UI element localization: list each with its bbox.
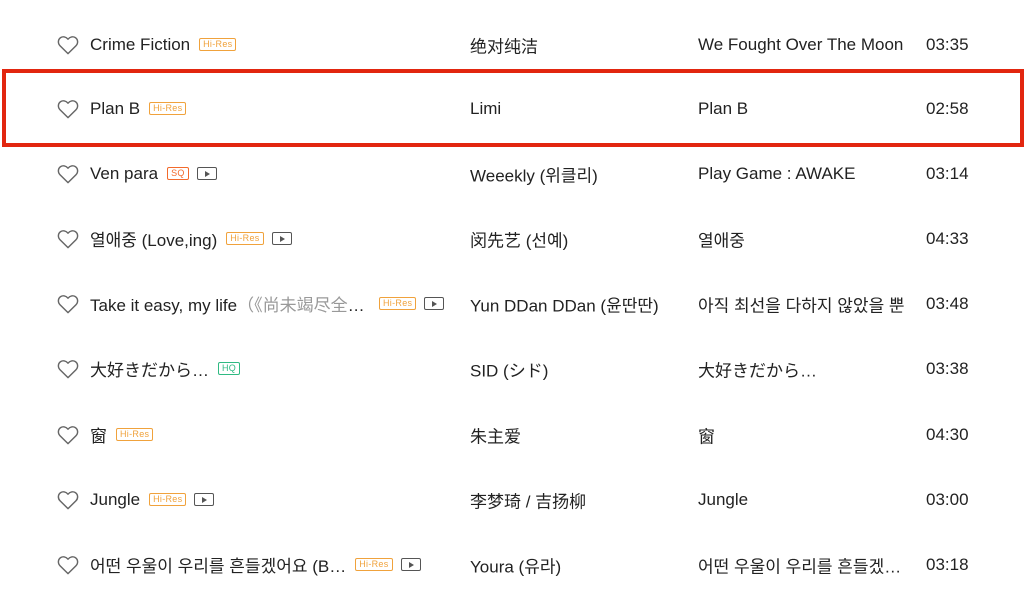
song-row[interactable]: Plan B Hi-Res Limi Plan B 02:58 xyxy=(0,76,1024,141)
song-row[interactable]: 열애중 (Love,ing) Hi-Res 闵先艺 (선예) 열애중 04:33 xyxy=(0,206,1024,271)
song-title[interactable]: 窗 xyxy=(90,422,107,447)
mv-play-icon[interactable] xyxy=(194,493,215,506)
song-title[interactable]: 어떤 우울이 우리를 흔들겠어요 (B… xyxy=(90,552,346,577)
quality-badges: Hi-Res xyxy=(149,102,194,115)
song-album[interactable]: 열애중 xyxy=(698,226,906,251)
song-title-text: Jungle xyxy=(90,489,141,509)
favorite-heart-icon[interactable] xyxy=(57,425,79,445)
song-duration: 03:38 xyxy=(926,358,969,378)
hq-badge: HQ xyxy=(218,362,241,375)
song-title[interactable]: Jungle xyxy=(90,490,140,510)
favorite-heart-icon[interactable] xyxy=(57,229,79,249)
song-title-text: 窗 xyxy=(90,427,107,446)
song-artist[interactable]: SID (シド) xyxy=(470,356,680,381)
favorite-heart-icon[interactable] xyxy=(57,164,79,184)
song-duration: 04:30 xyxy=(926,424,969,444)
song-row[interactable]: Take it easy, my life（《尚未竭尽全力》韩剧插曲） Hi-R… xyxy=(0,271,1024,336)
song-row[interactable]: Ven para SQ Weeekly (위클리) Play Game : AW… xyxy=(0,141,1024,206)
song-artist[interactable]: Limi xyxy=(470,99,680,119)
song-album[interactable]: 窗 xyxy=(698,422,906,447)
song-album[interactable]: 大好きだから… xyxy=(698,356,906,381)
song-subtitle: （《尚未竭尽全力》韩剧插曲） xyxy=(237,296,366,315)
song-title-text: Plan B xyxy=(90,98,141,118)
song-list: Crime Fiction Hi-Res 绝对纯洁 We Fought Over… xyxy=(0,0,1024,588)
quality-badges: Hi-Res xyxy=(226,232,292,245)
song-title[interactable]: Take it easy, my life（《尚未竭尽全力》韩剧插曲） xyxy=(90,291,366,316)
mv-play-icon[interactable] xyxy=(271,232,292,245)
hi-res-badge: Hi-Res xyxy=(149,102,187,115)
favorite-heart-icon[interactable] xyxy=(57,490,79,510)
song-artist[interactable]: 李梦琦 / 吉扬柳 xyxy=(470,487,680,512)
quality-badges: Hi-Res xyxy=(116,428,161,441)
song-title-text: 大好きだから… xyxy=(90,361,209,380)
song-title-cell: Take it easy, my life（《尚未竭尽全力》韩剧插曲） Hi-R… xyxy=(90,292,460,316)
quality-badges: Hi-Res xyxy=(199,38,244,51)
song-duration: 03:48 xyxy=(926,293,969,313)
song-duration: 03:14 xyxy=(926,163,969,183)
song-artist[interactable]: 绝对纯洁 xyxy=(470,32,680,57)
song-title-cell: Jungle Hi-Res xyxy=(90,488,460,512)
song-title-cell: 열애중 (Love,ing) Hi-Res xyxy=(90,227,460,251)
quality-badges: Hi-Res xyxy=(379,297,445,310)
song-title-cell: Plan B Hi-Res xyxy=(90,97,460,121)
song-title-text: 어떤 우울이 우리를 흔들겠어요 (B… xyxy=(90,557,347,576)
song-duration: 03:35 xyxy=(926,34,969,54)
song-title[interactable]: Crime Fiction xyxy=(90,35,190,55)
song-row[interactable]: 窗 Hi-Res 朱主爱 窗 04:30 xyxy=(0,402,1024,467)
mv-play-icon[interactable] xyxy=(196,167,217,180)
song-artist[interactable]: Youra (유라) xyxy=(470,552,680,577)
quality-badges: SQ xyxy=(167,167,217,180)
song-title-cell: 大好きだから… HQ xyxy=(90,357,460,381)
song-title-text: Crime Fiction xyxy=(90,34,191,54)
quality-badges: HQ xyxy=(218,362,248,375)
song-title[interactable]: Ven para xyxy=(90,164,158,184)
song-album[interactable]: Play Game : AWAKE xyxy=(698,164,906,184)
song-title-cell: 어떤 우울이 우리를 흔들겠어요 (B… Hi-Res xyxy=(90,553,460,577)
hi-res-badge: Hi-Res xyxy=(379,297,417,310)
hi-res-badge: Hi-Res xyxy=(226,232,264,245)
song-artist[interactable]: Weeekly (위클리) xyxy=(470,161,680,186)
song-title-cell: Crime Fiction Hi-Res xyxy=(90,33,460,57)
song-album[interactable]: 아직 최선을 다하지 않았을 뿐 xyxy=(698,291,906,316)
favorite-heart-icon[interactable] xyxy=(57,99,79,119)
quality-badges: Hi-Res xyxy=(355,558,421,571)
song-title-text: Take it easy, my life xyxy=(90,296,238,315)
hi-res-badge: Hi-Res xyxy=(149,493,187,506)
song-title[interactable]: 大好きだから… xyxy=(90,356,209,381)
song-row[interactable]: Crime Fiction Hi-Res 绝对纯洁 We Fought Over… xyxy=(0,12,1024,77)
song-album[interactable]: 어떤 우울이 우리를 흔들겠어요 xyxy=(698,552,906,577)
sq-badge: SQ xyxy=(167,167,189,180)
song-album[interactable]: Jungle xyxy=(698,490,906,510)
song-title-cell: 窗 Hi-Res xyxy=(90,423,460,447)
mv-play-icon[interactable] xyxy=(400,558,421,571)
song-duration: 04:33 xyxy=(926,228,969,248)
song-title-cell: Ven para SQ xyxy=(90,162,460,186)
song-album[interactable]: Plan B xyxy=(698,99,906,119)
song-title-text: Ven para xyxy=(90,163,159,183)
favorite-heart-icon[interactable] xyxy=(57,35,79,55)
favorite-heart-icon[interactable] xyxy=(57,294,79,314)
hi-res-badge: Hi-Res xyxy=(199,38,237,51)
song-title[interactable]: Plan B xyxy=(90,99,140,119)
song-artist[interactable]: 朱主爱 xyxy=(470,422,680,447)
hi-res-badge: Hi-Res xyxy=(116,428,154,441)
hi-res-badge: Hi-Res xyxy=(355,558,393,571)
song-album[interactable]: We Fought Over The Moon xyxy=(698,35,906,55)
song-duration: 03:00 xyxy=(926,489,969,509)
song-title[interactable]: 열애중 (Love,ing) xyxy=(90,226,217,251)
quality-badges: Hi-Res xyxy=(149,493,215,506)
song-artist[interactable]: 闵先艺 (선예) xyxy=(470,226,680,251)
song-duration: 03:18 xyxy=(926,554,969,574)
song-duration: 02:58 xyxy=(926,98,969,118)
favorite-heart-icon[interactable] xyxy=(57,555,79,575)
song-title-text: 열애중 (Love,ing) xyxy=(90,231,218,250)
song-row[interactable]: Jungle Hi-Res 李梦琦 / 吉扬柳 Jungle 03:00 xyxy=(0,467,1024,532)
song-artist[interactable]: Yun DDan DDan (윤딴딴) xyxy=(470,291,680,316)
song-row[interactable]: 어떤 우울이 우리를 흔들겠어요 (B… Hi-Res Youra (유라) 어… xyxy=(0,532,1024,597)
favorite-heart-icon[interactable] xyxy=(57,359,79,379)
mv-play-icon[interactable] xyxy=(424,297,445,310)
song-row[interactable]: 大好きだから… HQ SID (シド) 大好きだから… 03:38 xyxy=(0,336,1024,401)
